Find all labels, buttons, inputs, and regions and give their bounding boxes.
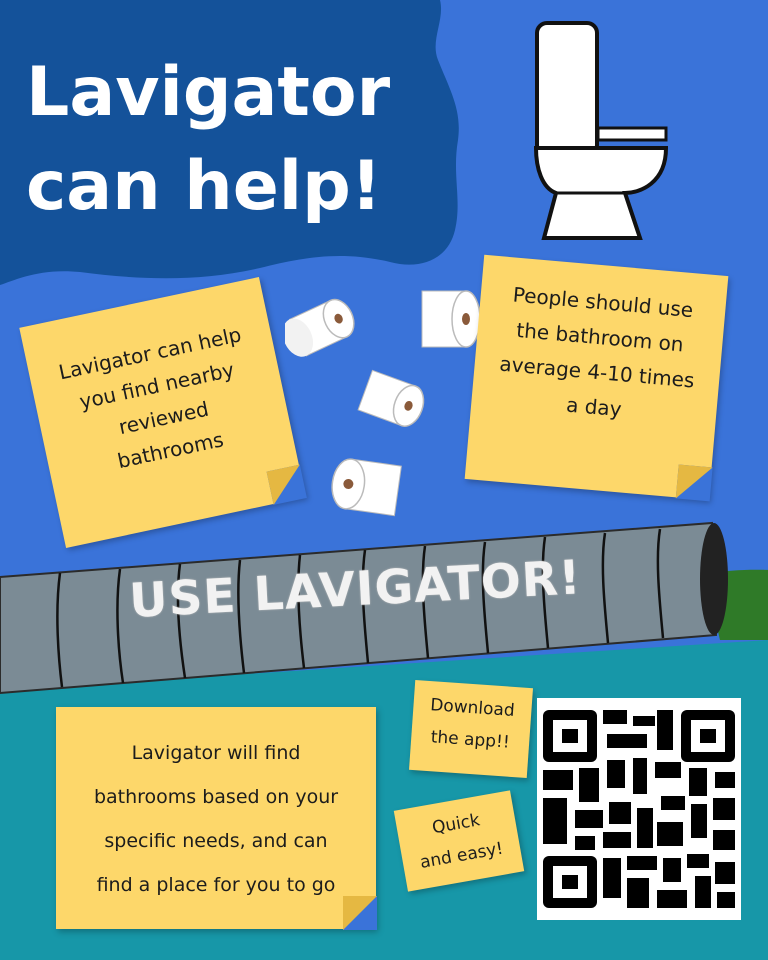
toilet-paper-icon <box>357 369 425 427</box>
note-download: Download the app!! <box>409 679 533 779</box>
note-line: Lavigator will find <box>131 742 301 764</box>
note-line: bathrooms based on your <box>93 786 339 808</box>
note-fold <box>343 896 377 930</box>
note-fold <box>675 464 713 502</box>
note-fold <box>266 464 307 505</box>
note-needs: Lavigator will find bathrooms based on y… <box>56 707 377 930</box>
note-line: specific needs, and can <box>104 830 328 852</box>
note-line: find a place for you to go <box>96 874 336 896</box>
note-frequency: People should use the bathroom on averag… <box>464 254 729 502</box>
title-line-2: can help! <box>26 147 382 226</box>
qr-code-icon[interactable] <box>537 698 741 920</box>
poster-title: Lavigator can help! <box>26 46 390 234</box>
title-line-1: Lavigator <box>26 53 391 132</box>
toilet-paper-icon <box>285 298 355 357</box>
toilet-icon <box>533 21 669 240</box>
